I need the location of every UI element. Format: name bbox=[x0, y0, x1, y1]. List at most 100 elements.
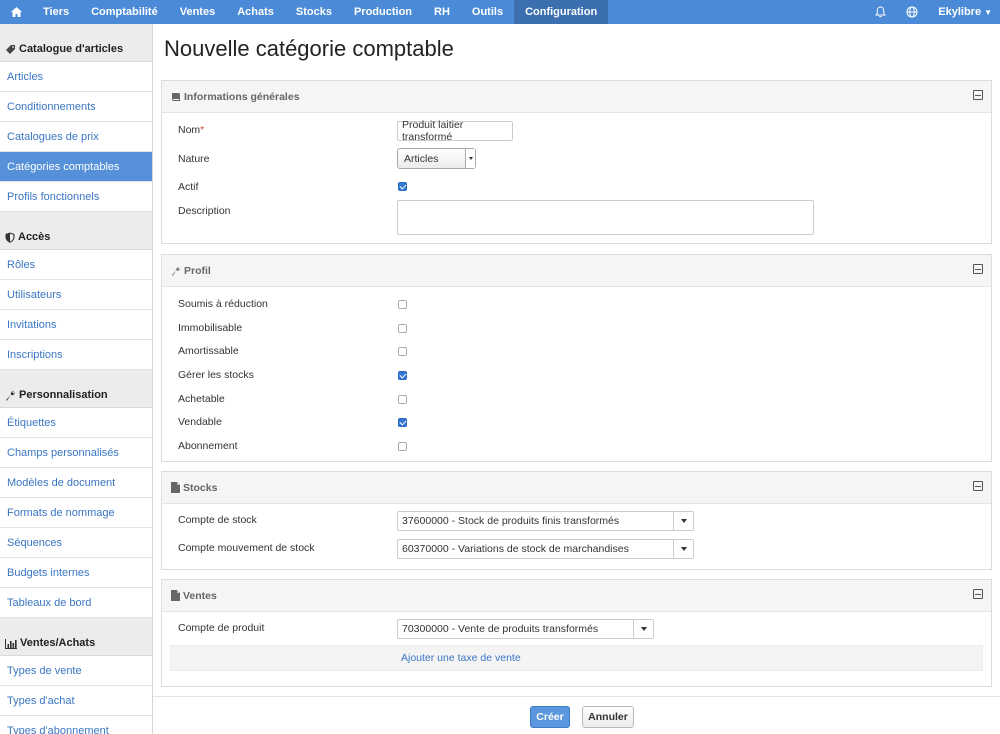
user-name: Ekylibre bbox=[938, 6, 982, 18]
main-menu: Tiers Comptabilité Ventes Achats Stocks … bbox=[32, 0, 609, 24]
sidebar-item-champs-personnalises[interactable]: Champs personnalisés bbox=[0, 438, 152, 468]
checkbox-soumis-a-reduction[interactable] bbox=[398, 300, 407, 309]
panel-profile: Profil Soumis à réduction Immobilisable … bbox=[161, 254, 992, 462]
panel-title: Ventes bbox=[183, 589, 217, 602]
collapse-icon[interactable] bbox=[973, 264, 983, 274]
nature-selected-value: Articles bbox=[404, 152, 439, 165]
globe-icon bbox=[906, 6, 918, 18]
checkbox-achetable[interactable] bbox=[398, 395, 407, 404]
home-button[interactable] bbox=[0, 0, 32, 24]
nav-production[interactable]: Production bbox=[343, 0, 423, 24]
nature-select[interactable]: Articles bbox=[397, 148, 476, 169]
sidebar-item-etiquettes[interactable]: Étiquettes bbox=[0, 408, 152, 438]
panel-header: Stocks bbox=[162, 472, 991, 504]
dropdown-arrow-icon[interactable] bbox=[673, 540, 693, 558]
tag-icon bbox=[6, 45, 15, 54]
collapse-icon[interactable] bbox=[973, 589, 983, 599]
bell-icon bbox=[874, 6, 886, 18]
dropdown-arrow-icon[interactable] bbox=[633, 620, 653, 638]
sidebar-item-articles[interactable]: Articles bbox=[0, 62, 152, 92]
nature-label: Nature bbox=[178, 153, 210, 165]
profile-label-gerer-les-stocks: Gérer les stocks bbox=[178, 369, 254, 381]
user-menu[interactable]: Ekylibre ▼ bbox=[928, 6, 1000, 18]
sidebar-item-categories-comptables[interactable]: Catégories comptables bbox=[0, 152, 152, 182]
file-icon bbox=[171, 590, 180, 601]
panel-title: Stocks bbox=[183, 481, 218, 494]
stock-account-value: 37600000 - Stock de produits finis trans… bbox=[402, 515, 620, 527]
sidebar-item-modeles-de-document[interactable]: Modèles de document bbox=[0, 468, 152, 498]
home-icon bbox=[10, 7, 22, 17]
sidebar-section-catalogue: Catalogue d'articles bbox=[0, 24, 152, 62]
sidebar-item-conditionnements[interactable]: Conditionnements bbox=[0, 92, 152, 122]
sidebar-item-types-d-achat[interactable]: Types d'achat bbox=[0, 686, 152, 716]
profile-label-soumis-a-reduction: Soumis à réduction bbox=[178, 298, 268, 310]
sidebar-item-budgets-internes[interactable]: Budgets internes bbox=[0, 558, 152, 588]
sidebar-item-tableaux-de-bord[interactable]: Tableaux de bord bbox=[0, 588, 152, 618]
panel-header: Profil bbox=[162, 255, 991, 287]
checkbox-vendable[interactable] bbox=[398, 418, 407, 427]
product-account-select[interactable]: 70300000 - Vente de produits transformés bbox=[397, 619, 654, 639]
book-icon bbox=[172, 92, 180, 101]
sidebar-item-types-d-abonnement[interactable]: Types d'abonnement bbox=[0, 716, 152, 734]
nav-stocks[interactable]: Stocks bbox=[285, 0, 343, 24]
sidebar-item-roles[interactable]: Rôles bbox=[0, 250, 152, 280]
select-arrow-icon bbox=[465, 149, 475, 168]
collapse-icon[interactable] bbox=[973, 90, 983, 100]
panel-title: Informations générales bbox=[184, 90, 300, 103]
sidebar-section-title: Catalogue d'articles bbox=[19, 43, 124, 55]
product-account-value: 70300000 - Vente de produits transformés bbox=[402, 623, 599, 635]
bar-chart-icon bbox=[5, 639, 17, 649]
nav-tiers[interactable]: Tiers bbox=[32, 0, 80, 24]
nav-comptabilite[interactable]: Comptabilité bbox=[80, 0, 169, 24]
panel-header: Ventes bbox=[162, 580, 991, 612]
sidebar-item-invitations[interactable]: Invitations bbox=[0, 310, 152, 340]
shield-icon bbox=[5, 232, 15, 243]
name-input[interactable]: Produit laitier transformé bbox=[397, 119, 513, 143]
sidebar-item-inscriptions[interactable]: Inscriptions bbox=[0, 340, 152, 370]
profile-label-vendable: Vendable bbox=[178, 416, 222, 428]
sidebar-item-formats-de-nommage[interactable]: Formats de nommage bbox=[0, 498, 152, 528]
profile-label-immobilisable: Immobilisable bbox=[178, 322, 243, 334]
sidebar-item-profils-fonctionnels[interactable]: Profils fonctionnels bbox=[0, 182, 152, 212]
language-button[interactable] bbox=[896, 6, 928, 18]
sidebar-item-catalogues-de-prix[interactable]: Catalogues de prix bbox=[0, 122, 152, 152]
stock-account-label: Compte de stock bbox=[178, 514, 257, 526]
sidebar-section-ventes-achats: Ventes/Achats bbox=[0, 618, 152, 656]
wrench-icon bbox=[171, 266, 180, 276]
sidebar-item-types-de-vente[interactable]: Types de vente bbox=[0, 656, 152, 686]
top-navigation-bar: Tiers Comptabilité Ventes Achats Stocks … bbox=[0, 0, 1000, 24]
sidebar-item-utilisateurs[interactable]: Utilisateurs bbox=[0, 280, 152, 310]
description-textarea[interactable] bbox=[397, 200, 814, 235]
checkbox-immobilisable[interactable] bbox=[398, 324, 407, 333]
active-checkbox[interactable] bbox=[398, 182, 407, 191]
checkbox-amortissable[interactable] bbox=[398, 347, 407, 356]
file-icon bbox=[171, 482, 180, 493]
sidebar-item-sequences[interactable]: Séquences bbox=[0, 528, 152, 558]
active-label: Actif bbox=[178, 181, 199, 193]
nav-rh[interactable]: RH bbox=[423, 0, 461, 24]
description-label: Description bbox=[178, 205, 231, 217]
product-account-label: Compte de produit bbox=[178, 622, 265, 634]
nav-achats[interactable]: Achats bbox=[226, 0, 285, 24]
dropdown-arrow-icon[interactable] bbox=[673, 512, 693, 530]
sidebar-section-title: Personnalisation bbox=[19, 389, 108, 401]
nav-configuration[interactable]: Configuration bbox=[514, 0, 609, 24]
notifications-button[interactable] bbox=[864, 6, 896, 18]
nav-outils[interactable]: Outils bbox=[461, 0, 514, 24]
sidebar-section-acces: Accès bbox=[0, 212, 152, 250]
stock-account-select[interactable]: 37600000 - Stock de produits finis trans… bbox=[397, 511, 694, 531]
panel-header: Informations générales bbox=[162, 81, 991, 113]
stock-movement-account-select[interactable]: 60370000 - Variations de stock de marcha… bbox=[397, 539, 694, 559]
collapse-icon[interactable] bbox=[973, 481, 983, 491]
cancel-button[interactable]: Annuler bbox=[582, 706, 634, 728]
stock-movement-account-value: 60370000 - Variations de stock de marcha… bbox=[402, 543, 629, 555]
caret-down-icon: ▼ bbox=[984, 7, 992, 17]
main-content: Nouvelle catégorie comptable Information… bbox=[153, 24, 1000, 734]
sidebar-section-personnalisation: Personnalisation bbox=[0, 370, 152, 408]
checkbox-abonnement[interactable] bbox=[398, 442, 407, 451]
add-sales-tax-link[interactable]: Ajouter une taxe de vente bbox=[170, 645, 983, 671]
checkbox-gerer-les-stocks[interactable] bbox=[398, 371, 407, 380]
nav-ventes[interactable]: Ventes bbox=[169, 0, 226, 24]
form-actions-divider bbox=[153, 696, 1000, 697]
create-button[interactable]: Créer bbox=[530, 706, 570, 728]
